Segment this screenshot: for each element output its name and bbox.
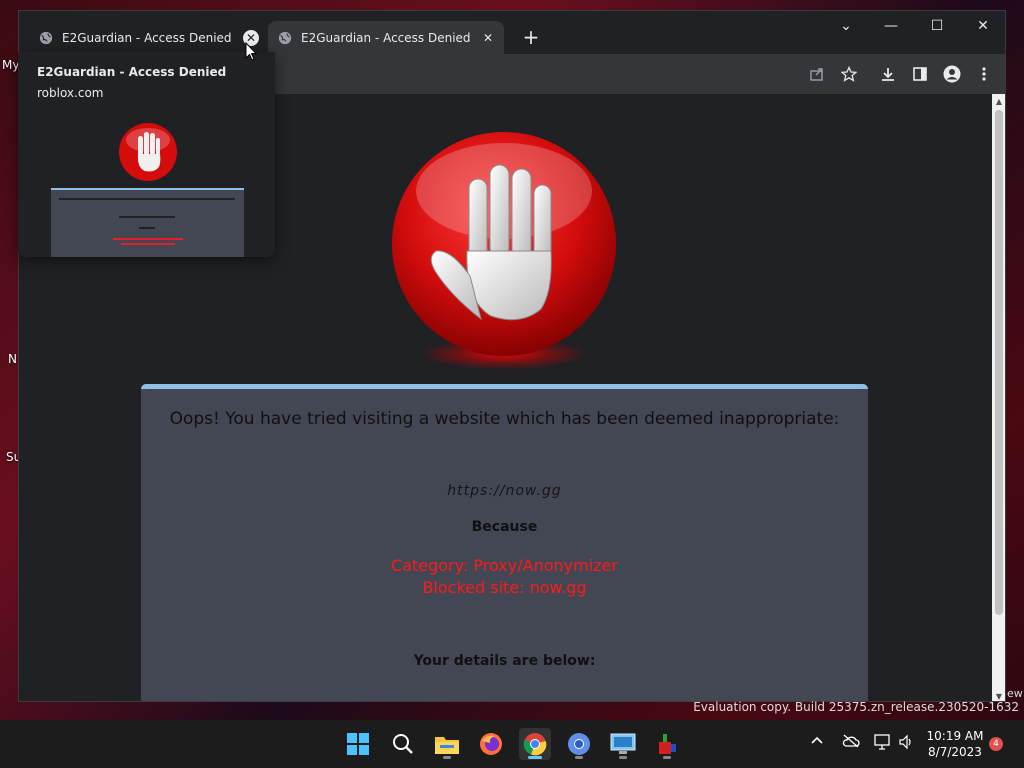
desktop-icon-label[interactable]: My [2,58,19,72]
notification-badge[interactable]: 4 [989,737,1003,751]
because-label: Because [471,519,538,535]
evaluation-watermark: Evaluation copy. Build 25375.zn_release.… [693,700,1019,714]
hover-card-title: E2Guardian - Access Denied [37,65,227,79]
clock-date: 8/7/2023 [928,745,982,759]
tab-hover-card: E2Guardian - Access Denied roblox.com [18,52,275,257]
globe-icon [39,31,53,44]
chrome-alt-icon[interactable] [563,728,595,760]
star-icon[interactable] [839,64,859,84]
stop-hand-icon [392,132,616,356]
preview-red-line [113,238,183,240]
download-icon[interactable] [878,64,898,84]
blocked-site-text: Blocked site: now.gg [422,578,587,597]
tab-strip: E2Guardian - Access Denied ✕ E2Guardian … [19,11,1005,54]
access-denied-panel: Oops! You have tried visiting a website … [141,384,868,701]
hover-card-panel-preview [51,188,244,257]
mouse-cursor-icon [245,42,257,61]
remote-desktop-icon[interactable] [607,728,639,760]
running-indicator [443,756,451,759]
system-clock[interactable]: 10:19 AM 8/7/2023 [918,728,992,760]
scrollbar-thumb[interactable] [995,110,1003,615]
preview-line [139,227,155,229]
close-tab-icon[interactable]: ✕ [480,30,496,46]
start-icon[interactable] [342,728,374,760]
desktop-icon-label[interactable]: N [8,352,17,366]
new-tab-button[interactable]: + [519,25,543,49]
running-indicator [663,756,671,759]
clock-time: 10:19 AM [926,729,984,743]
search-icon[interactable] [387,728,419,760]
volume-icon[interactable] [898,734,914,754]
stop-hand-thumbnail-icon [119,123,177,181]
running-indicator [575,756,583,759]
preview-line [59,198,235,200]
firefox-icon[interactable] [475,728,507,760]
side-panel-icon[interactable] [910,64,930,84]
minimize-button[interactable]: — [868,11,914,41]
taskbar [0,720,1024,768]
tab-title: E2Guardian - Access Denied [62,30,232,45]
show-hidden-icons-icon[interactable] [810,734,824,752]
app-icon[interactable] [651,728,683,760]
tab-search-button[interactable]: ⌄ [823,11,869,41]
page-headline: Oops! You have tried visiting a website … [169,409,840,429]
details-heading: Your details are below: [413,653,596,669]
running-indicator [528,756,542,759]
tab-e2guardian-2[interactable]: E2Guardian - Access Denied ✕ [268,21,504,54]
vertical-scrollbar[interactable]: ▲ ▼ [992,94,1005,701]
chrome-icon[interactable] [519,728,551,760]
category-text: Category: Proxy/Anonymizer [391,556,618,575]
hover-card-domain: roblox.com [37,86,104,100]
scroll-up-arrow[interactable]: ▲ [992,94,1005,108]
network-icon[interactable] [873,734,891,754]
file-explorer-icon[interactable] [431,728,463,760]
tab-title: E2Guardian - Access Denied [301,30,471,45]
running-indicator [619,756,627,759]
blocked-url: https://now.gg [447,483,562,499]
globe-icon [278,31,292,44]
share-icon[interactable] [807,64,827,84]
menu-icon[interactable] [974,64,994,84]
edge-text: ew [1007,687,1023,700]
preview-line [119,216,175,218]
profile-icon[interactable] [942,64,962,84]
maximize-button[interactable]: ☐ [914,11,960,41]
tab-e2guardian-1[interactable]: E2Guardian - Access Denied ✕ [29,21,265,54]
onedrive-offline-icon[interactable] [842,734,860,752]
close-window-button[interactable]: ✕ [960,11,1005,41]
preview-red-line [121,243,175,245]
